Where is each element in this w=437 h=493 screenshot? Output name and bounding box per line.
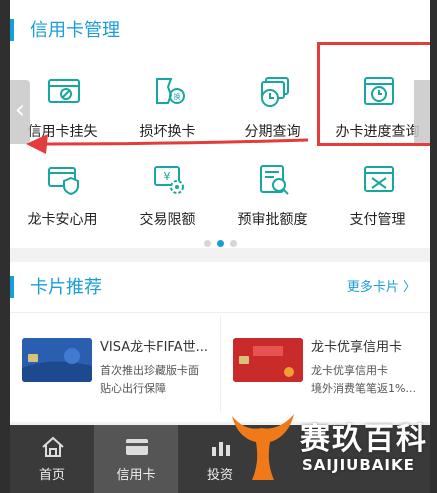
- tile-transaction-limit[interactable]: ¥ 交易限额: [115, 154, 220, 234]
- card-description: 龙卡优享信用卡: [311, 364, 388, 377]
- page-dot[interactable]: [229, 240, 237, 247]
- card-name: VISA龙卡FIFA世...: [100, 340, 208, 355]
- more-cards-link[interactable]: 更多卡片 〉: [347, 276, 416, 295]
- svg-text:换: 换: [174, 92, 181, 101]
- whale-tail-logo-icon: [232, 414, 294, 480]
- section-accent-bar: [10, 276, 14, 298]
- card-description: 贴心出行保障: [100, 382, 166, 395]
- credit-card-icon: [126, 439, 148, 455]
- tile-label: 预审批额度: [237, 212, 308, 228]
- card-replace-icon: 换: [156, 78, 185, 104]
- annotation-arrow-icon: [26, 134, 309, 154]
- tab-label: 信用卡: [116, 468, 156, 483]
- watermark-text-cn: 赛玖百科: [300, 422, 428, 457]
- card-description: 境外消费笔笔返1%...: [311, 382, 416, 395]
- tile-long-card-safe-use[interactable]: 龙卡安心用: [10, 154, 115, 234]
- tile-label: 龙卡安心用: [27, 212, 98, 228]
- shield-card-icon: [48, 167, 79, 196]
- card-recommend-item[interactable]: 龙卡优享信用卡 龙卡优享信用卡 境外消费笔笔返1%...: [221, 314, 430, 414]
- home-icon: [42, 436, 64, 457]
- annotation-highlight-box: [317, 42, 430, 146]
- watermark-text-en: SAIJIUBAIKE: [302, 456, 415, 474]
- card-recommend-item[interactable]: VISA龙卡FIFA世... 首次推出珍藏版卡面 贴心出行保障: [10, 314, 220, 414]
- tab-credit-card[interactable]: 信用卡: [94, 425, 178, 493]
- section-accent-bar: [10, 19, 14, 41]
- watermark: 赛玖百科 SAIJIUBAIKE: [228, 406, 430, 490]
- credit-card-page: 信用卡管理 信用卡挂失 换 损坏换卡 分期查询 办卡进度查询 龙卡安心用 ¥ 交…: [10, 0, 430, 493]
- tile-payment-management[interactable]: 支付管理: [325, 154, 430, 234]
- section-title: 卡片推荐: [30, 277, 102, 298]
- page-dot[interactable]: [203, 240, 211, 247]
- card-edit-icon: [48, 79, 80, 103]
- divider: [10, 312, 430, 313]
- tab-home[interactable]: 首页: [10, 425, 94, 493]
- card-recommend-section: 卡片推荐 更多卡片 〉 VISA龙卡FIFA世... 首次推出珍藏版卡面 贴心出…: [10, 262, 430, 422]
- section-title: 信用卡管理: [30, 20, 120, 41]
- tile-label: 交易限额: [139, 212, 196, 228]
- tools-icon: [364, 166, 394, 192]
- card-image: [22, 338, 92, 382]
- card-image: [233, 338, 303, 382]
- page-dot-active[interactable]: [216, 240, 224, 247]
- limit-gear-icon: ¥: [154, 166, 184, 194]
- tile-label: 支付管理: [349, 212, 406, 228]
- svg-text:¥: ¥: [164, 170, 171, 183]
- installment-clock-icon: [261, 77, 289, 107]
- card-name: 龙卡优享信用卡: [311, 340, 403, 355]
- tab-label: 首页: [38, 468, 65, 483]
- card-description: 首次推出珍藏版卡面: [100, 364, 199, 377]
- search-doc-icon: [260, 165, 289, 195]
- tile-pre-approved-limit[interactable]: 预审批额度: [220, 154, 325, 234]
- page-indicator: [10, 232, 430, 251]
